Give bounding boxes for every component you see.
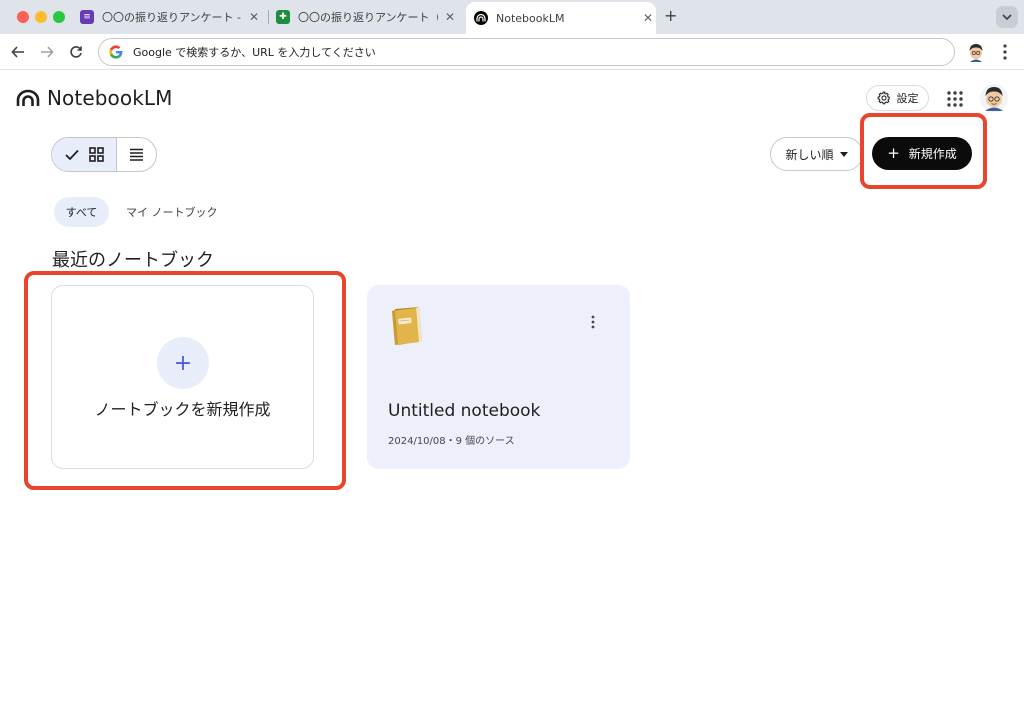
tab-separator bbox=[268, 10, 269, 24]
create-notebook-label: ノートブックを新規作成 bbox=[94, 400, 271, 419]
browser-tab-sheets[interactable]: ✚ 〇〇の振り返りアンケート（回答 ✕ bbox=[276, 4, 458, 30]
google-g-icon bbox=[109, 45, 123, 59]
create-new-button[interactable]: + 新規作成 bbox=[872, 137, 972, 170]
tab-title: 〇〇の振り返りアンケート（回答 bbox=[298, 11, 438, 24]
browser-toolbar: Google で検索するか、URL を入力してください bbox=[0, 34, 1024, 70]
filter-chip-all[interactable]: すべて bbox=[54, 197, 109, 227]
new-tab-icon[interactable]: + bbox=[664, 6, 677, 25]
window-minimize-button[interactable] bbox=[35, 11, 47, 23]
sort-label: 新しい順 bbox=[785, 147, 834, 162]
grid-icon bbox=[88, 147, 104, 162]
notebook-emoji-icon bbox=[392, 307, 422, 345]
window-zoom-button[interactable] bbox=[53, 11, 65, 23]
notebook-meta: 2024/10/08・9 個のソース bbox=[388, 436, 515, 447]
notebook-card[interactable]: Untitled notebook 2024/10/08・9 個のソース bbox=[367, 285, 630, 469]
add-icon: + bbox=[157, 337, 209, 389]
plus-icon: + bbox=[887, 144, 900, 162]
sort-dropdown[interactable]: 新しい順 bbox=[770, 137, 863, 171]
google-sheets-icon: ✚ bbox=[276, 10, 290, 24]
browser-tab-notebooklm[interactable]: NotebookLM ✕ bbox=[466, 2, 656, 34]
tab-search-chevron-icon[interactable] bbox=[996, 6, 1018, 28]
back-arrow-icon[interactable] bbox=[9, 43, 27, 61]
notebook-title: Untitled notebook bbox=[388, 401, 541, 421]
notebooklm-icon bbox=[474, 11, 488, 25]
notebooklm-logo[interactable]: NotebookLM bbox=[16, 86, 173, 110]
list-view-button[interactable] bbox=[117, 138, 156, 171]
tab-close-icon[interactable]: ✕ bbox=[246, 10, 262, 24]
tab-close-icon[interactable]: ✕ bbox=[640, 11, 656, 25]
check-icon bbox=[64, 149, 79, 160]
address-bar[interactable]: Google で検索するか、URL を入力してください bbox=[98, 38, 955, 66]
reload-icon[interactable] bbox=[67, 43, 85, 61]
filter-mine-label: マイ ノートブック bbox=[126, 206, 218, 219]
chrome-profile-avatar[interactable] bbox=[966, 42, 986, 62]
window-close-button[interactable] bbox=[17, 11, 29, 23]
grid-view-button[interactable] bbox=[52, 138, 117, 171]
logo-text: NotebookLM bbox=[47, 86, 173, 110]
user-avatar[interactable] bbox=[980, 84, 1008, 112]
google-forms-icon: ≡ bbox=[80, 10, 94, 24]
notebooklm-logo-icon bbox=[16, 89, 40, 106]
settings-label: 設定 bbox=[896, 92, 919, 105]
list-icon bbox=[130, 148, 143, 161]
notebook-menu-icon[interactable] bbox=[589, 315, 597, 329]
settings-button[interactable]: 設定 bbox=[866, 85, 929, 111]
caret-down-icon bbox=[839, 151, 848, 157]
tab-title: 〇〇の振り返りアンケート - Goo bbox=[102, 11, 242, 24]
chrome-menu-icon[interactable] bbox=[999, 43, 1011, 61]
section-title: 最近のノートブック bbox=[52, 250, 214, 271]
filter-all-label: すべて bbox=[65, 206, 98, 219]
tab-close-icon[interactable]: ✕ bbox=[442, 10, 458, 24]
tab-title: NotebookLM bbox=[496, 11, 565, 25]
filter-chip-my-notebooks[interactable]: マイ ノートブック bbox=[126, 204, 218, 220]
gear-icon bbox=[877, 91, 890, 105]
google-apps-grid-icon[interactable] bbox=[947, 91, 963, 107]
create-notebook-card[interactable]: + ノートブックを新規作成 bbox=[51, 285, 314, 469]
address-placeholder: Google で検索するか、URL を入力してください bbox=[133, 46, 376, 59]
create-label: 新規作成 bbox=[908, 147, 957, 161]
view-toggle bbox=[51, 137, 157, 172]
browser-tab-bar: ≡ 〇〇の振り返りアンケート - Goo ✕ ✚ 〇〇の振り返りアンケート（回答… bbox=[0, 0, 1024, 34]
forward-arrow-icon[interactable] bbox=[38, 43, 56, 61]
browser-tab-forms[interactable]: ≡ 〇〇の振り返りアンケート - Goo ✕ bbox=[80, 4, 262, 30]
